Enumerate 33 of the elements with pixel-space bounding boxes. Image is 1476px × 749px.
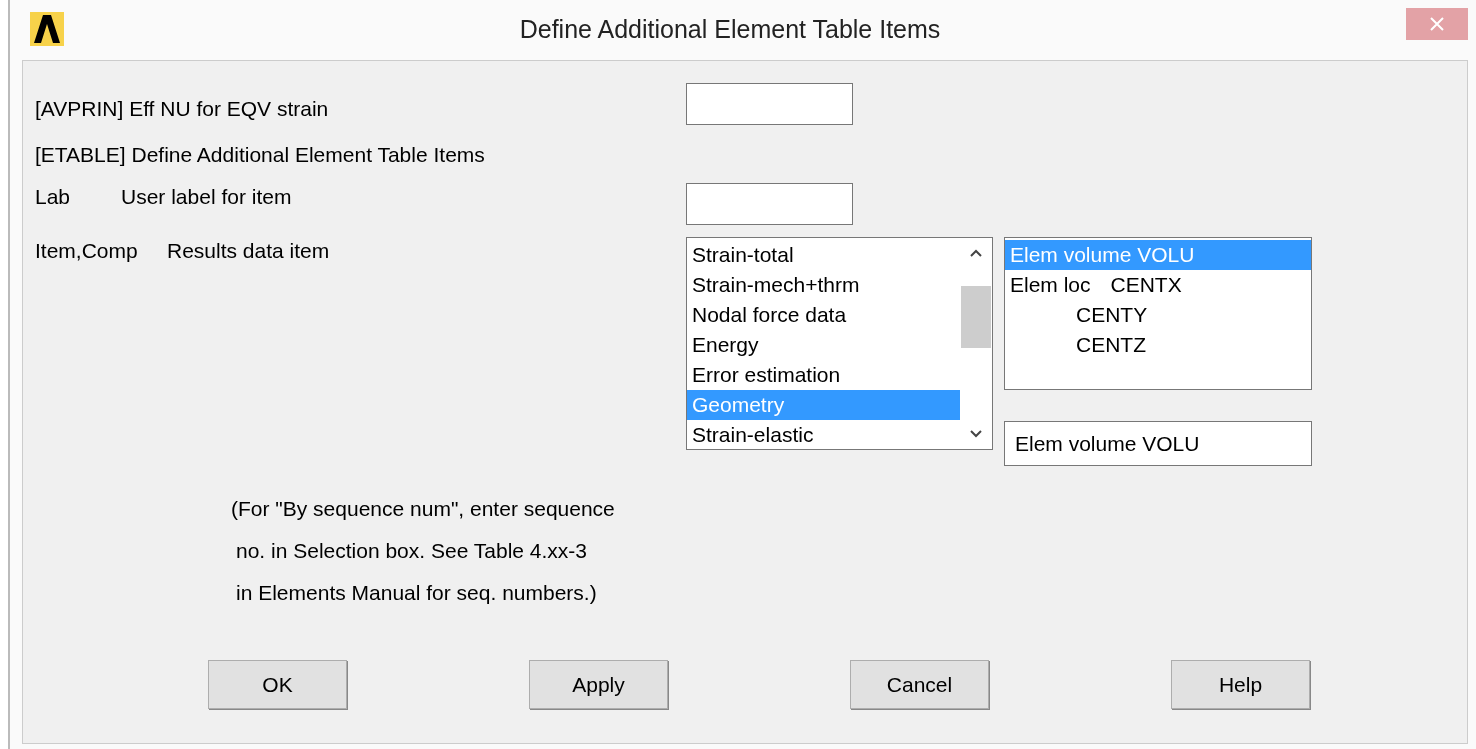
- list-item[interactable]: Elem loc CENTX: [1005, 270, 1311, 300]
- field-label: User label for item: [121, 184, 293, 209]
- window-title: Define Additional Element Table Items: [518, 14, 942, 44]
- note-text: no. in Selection box. See Table 4.xx-3: [236, 538, 588, 564]
- list-item[interactable]: Nodal force data: [687, 300, 960, 330]
- app-logo-icon: [30, 12, 64, 46]
- scroll-up-icon[interactable]: [969, 248, 983, 258]
- field-label: Results data item: [167, 238, 331, 263]
- list-item[interactable]: Energy: [687, 330, 960, 360]
- component-listbox[interactable]: Elem volume VOLU Elem loc CENTX CENTY CENTZ: [1004, 237, 1312, 390]
- list-item[interactable]: Strain-total: [687, 240, 960, 270]
- list-item[interactable]: Strain-mech+thrm: [687, 270, 960, 300]
- input-field[interactable]: [686, 83, 853, 125]
- dialog-button[interactable]: OK: [208, 660, 347, 709]
- dialog-button[interactable]: Apply: [529, 660, 668, 709]
- list-item[interactable]: CENTY: [1005, 300, 1311, 330]
- selection-field[interactable]: Elem volume VOLU: [1004, 421, 1312, 466]
- list-item[interactable]: Error estimation: [687, 360, 960, 390]
- scrollbar-thumb[interactable]: [961, 286, 991, 348]
- field-code: Lab: [35, 184, 72, 209]
- field-code: Item,Comp: [35, 238, 139, 263]
- list-item[interactable]: Strain-elastic: [687, 420, 960, 450]
- category-listbox[interactable]: Strain-total Strain-mech+thrm Nodal force data Energy Error estimation Geometry Strain-elastic: [686, 237, 993, 450]
- scroll-down-icon[interactable]: [969, 429, 983, 439]
- list-item[interactable]: CENTZ: [1005, 330, 1311, 360]
- note-text: (For "By sequence num", enter sequence: [231, 496, 616, 522]
- section-heading: [ETABLE] Define Additional Element Table Items: [35, 143, 486, 167]
- dialog-button[interactable]: Cancel: [850, 660, 989, 709]
- dialog-button[interactable]: Help: [1171, 660, 1310, 709]
- note-text: in Elements Manual for seq. numbers.): [236, 580, 598, 606]
- close-icon: [1429, 16, 1445, 32]
- field-label: [AVPRIN] Eff NU for EQV strain: [35, 96, 330, 121]
- input-field[interactable]: [686, 183, 853, 225]
